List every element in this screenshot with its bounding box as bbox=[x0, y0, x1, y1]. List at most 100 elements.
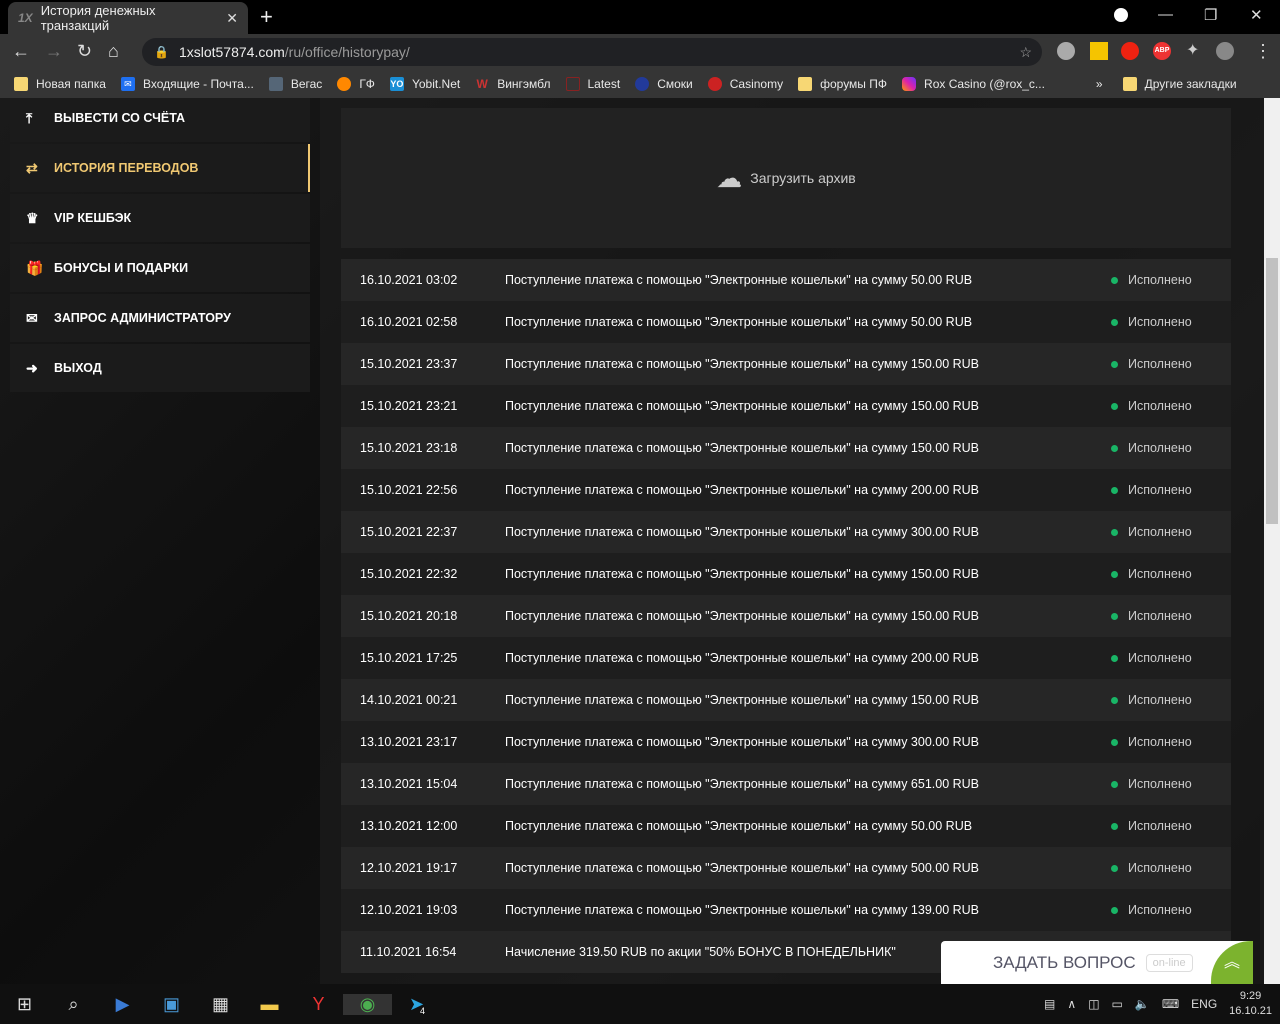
transaction-description: Поступление платежа с помощью "Электронн… bbox=[505, 525, 980, 539]
status-dot-icon bbox=[1111, 444, 1118, 452]
search-icon[interactable]: ⌕ bbox=[49, 994, 98, 1015]
status-label: Исполнено bbox=[1128, 525, 1192, 539]
sidebar-item-vip-cashback[interactable]: ♛ VIP КЕШБЭК bbox=[10, 194, 310, 242]
ask-question-label: ЗАДАТЬ ВОПРОС bbox=[993, 952, 1136, 972]
transaction-status: Исполнено bbox=[1111, 735, 1231, 749]
bookmark-extension-icon[interactable] bbox=[1090, 42, 1108, 60]
sidebar-item-label: БОНУСЫ И ПОДАРКИ bbox=[54, 261, 189, 275]
new-tab-button[interactable]: + bbox=[260, 4, 273, 30]
bookmark-item[interactable]: ГФ bbox=[337, 77, 375, 91]
camera-icon[interactable]: ◫ bbox=[1088, 997, 1099, 1011]
transaction-status: Исполнено bbox=[1111, 651, 1231, 665]
stop-extension-icon[interactable] bbox=[1121, 42, 1139, 60]
reload-icon[interactable]: ↻ bbox=[77, 41, 92, 62]
scrollbar-thumb[interactable] bbox=[1266, 258, 1278, 524]
page-scrollbar[interactable] bbox=[1264, 98, 1280, 984]
back-icon[interactable]: ← bbox=[12, 41, 30, 62]
bookmark-star-icon[interactable]: ☆ bbox=[1019, 44, 1032, 61]
transaction-description: Поступление платежа с помощью "Электронн… bbox=[505, 693, 980, 707]
bookmark-label: Вегас bbox=[290, 77, 323, 91]
table-row: 16.10.2021 03:02 Поступление платежа с по… bbox=[341, 259, 1231, 301]
windows-start-icon[interactable]: ⊞ bbox=[0, 994, 49, 1015]
transaction-date: 14.10.2021 00:21 bbox=[360, 693, 458, 707]
close-tab-icon[interactable]: ✕ bbox=[226, 10, 238, 27]
minimize-button[interactable]: — bbox=[1158, 6, 1173, 23]
bookmark-item[interactable]: форумы ПФ bbox=[798, 77, 887, 91]
ask-question-widget[interactable]: ЗАДАТЬ ВОПРОС on-line ︽ bbox=[941, 941, 1253, 984]
sidebar-item-admin-request[interactable]: ✉ ЗАПРОС АДМИНИСТРАТОРУ bbox=[10, 294, 310, 342]
network-icon[interactable]: ▭ bbox=[1112, 997, 1123, 1011]
sidebar-item-logout[interactable]: ➜ ВЫХОД bbox=[10, 344, 310, 392]
status-label: Исполнено bbox=[1128, 399, 1192, 413]
forward-icon[interactable]: → bbox=[45, 41, 63, 62]
tab-active[interactable]: 1X История денежных транзакций ✕ bbox=[8, 2, 248, 34]
keyboard-icon[interactable]: ⌨ bbox=[1162, 997, 1179, 1011]
extensions-puzzle-icon[interactable]: ✦ bbox=[1186, 40, 1204, 59]
transaction-date: 13.10.2021 15:04 bbox=[360, 777, 458, 791]
close-window-button[interactable]: ✕ bbox=[1250, 6, 1263, 24]
bookmark-item[interactable]: Casinomy bbox=[707, 77, 783, 91]
casinomy-icon bbox=[707, 77, 722, 91]
calculator-icon[interactable]: ▦ bbox=[196, 994, 245, 1015]
globe-extension-icon[interactable] bbox=[1057, 42, 1075, 60]
chrome-icon[interactable]: ◉ bbox=[343, 993, 392, 1015]
transaction-description: Поступление платежа с помощью "Электронн… bbox=[505, 861, 980, 875]
chevron-up-tray-icon[interactable]: ∧ bbox=[1067, 997, 1076, 1011]
file-explorer-icon[interactable]: ▬ bbox=[245, 994, 294, 1015]
bookmark-item[interactable]: ✉ Входящие - Почта... bbox=[120, 77, 254, 91]
transaction-date: 12.10.2021 19:03 bbox=[360, 903, 458, 917]
sidebar-item-label: ВЫВЕСТИ СО СЧЁТА bbox=[54, 111, 186, 125]
bookmark-item[interactable]: YO Yobit.Net bbox=[389, 77, 460, 91]
bookmark-label: Вингэмбл bbox=[497, 77, 551, 91]
transaction-description: Поступление платежа с помощью "Электронн… bbox=[505, 399, 980, 413]
table-row: 15.10.2021 23:18 Поступление платежа с по… bbox=[341, 427, 1231, 469]
menu-kebab-icon[interactable]: ⋮ bbox=[1254, 41, 1272, 62]
profile-avatar[interactable] bbox=[1216, 42, 1234, 60]
status-label: Исполнено bbox=[1128, 483, 1192, 497]
more-bookmarks-button[interactable]: » bbox=[1096, 77, 1103, 91]
transaction-status: Исполнено bbox=[1111, 357, 1231, 371]
transaction-date: 15.10.2021 22:56 bbox=[360, 483, 458, 497]
crown-icon: ♛ bbox=[26, 209, 39, 226]
clock[interactable]: 9:29 16.10.21 bbox=[1229, 989, 1272, 1019]
bookmark-label: Входящие - Почта... bbox=[142, 77, 254, 91]
transaction-date: 15.10.2021 23:18 bbox=[360, 441, 458, 455]
sidebar-item-bonuses[interactable]: 🎁 БОНУСЫ И ПОДАРКИ bbox=[10, 244, 310, 292]
download-archive-button[interactable]: ☁ Загрузить архив bbox=[341, 108, 1231, 248]
telegram-badge: 4 bbox=[420, 1005, 426, 1016]
adblock-icon[interactable]: ABP bbox=[1153, 42, 1171, 60]
address-bar[interactable]: 🔒 1xslot57874.com/ru/office/historypay/ … bbox=[142, 38, 1042, 66]
lifebuoy-icon bbox=[337, 77, 352, 91]
page-content: ⤒ ВЫВЕСТИ СО СЧЁТА ⇄ ИСТОРИЯ ПЕРЕВОДОВ ♛ VI… bbox=[0, 98, 1264, 984]
transaction-status: Исполнено bbox=[1111, 861, 1231, 875]
telegram-icon[interactable]: ➤ 4 bbox=[392, 994, 441, 1016]
mail-icon: ✉ bbox=[120, 77, 135, 91]
bookmark-item[interactable]: Новая папка bbox=[14, 77, 106, 91]
other-bookmarks[interactable]: Другие закладки bbox=[1122, 77, 1237, 91]
media-player-icon[interactable]: ▶ bbox=[98, 994, 147, 1015]
bookmark-label: Другие закладки bbox=[1144, 77, 1237, 91]
transaction-description: Поступление платежа с помощью "Электронн… bbox=[505, 609, 980, 623]
status-dot-icon bbox=[1111, 612, 1118, 620]
bookmark-item[interactable]: Rox Casino (@rox_c... bbox=[902, 77, 1045, 91]
profile-dropdown-icon[interactable] bbox=[1114, 8, 1128, 22]
clock-time: 9:29 bbox=[1239, 990, 1262, 1002]
url-path: /ru/office/historypay/ bbox=[284, 44, 410, 60]
bookmark-item[interactable]: Вегас bbox=[268, 77, 323, 91]
transaction-description: Поступление платежа с помощью "Электронн… bbox=[505, 777, 980, 791]
language-indicator[interactable]: ENG bbox=[1191, 997, 1217, 1011]
bookmark-item[interactable]: W Вингэмбл bbox=[475, 77, 551, 91]
bookmark-item[interactable]: Latest bbox=[565, 77, 620, 91]
sidebar-item-withdraw[interactable]: ⤒ ВЫВЕСТИ СО СЧЁТА bbox=[10, 98, 310, 142]
news-icon[interactable]: ▤ bbox=[1044, 997, 1055, 1011]
home-icon[interactable]: ⌂ bbox=[108, 41, 119, 62]
app-icon[interactable]: ▣ bbox=[147, 994, 196, 1015]
chevron-up-icon[interactable]: ︽ bbox=[1211, 941, 1253, 984]
sidebar-item-transfer-history[interactable]: ⇄ ИСТОРИЯ ПЕРЕВОДОВ bbox=[10, 144, 310, 192]
yandex-icon[interactable]: Y bbox=[294, 994, 343, 1015]
transaction-description: Поступление платежа с помощью "Электронн… bbox=[505, 483, 980, 497]
status-label: Исполнено bbox=[1128, 357, 1192, 371]
bookmark-item[interactable]: Смоки bbox=[635, 77, 693, 91]
restore-button[interactable]: ❐ bbox=[1204, 6, 1217, 24]
volume-icon[interactable]: 🔈 bbox=[1135, 997, 1150, 1011]
